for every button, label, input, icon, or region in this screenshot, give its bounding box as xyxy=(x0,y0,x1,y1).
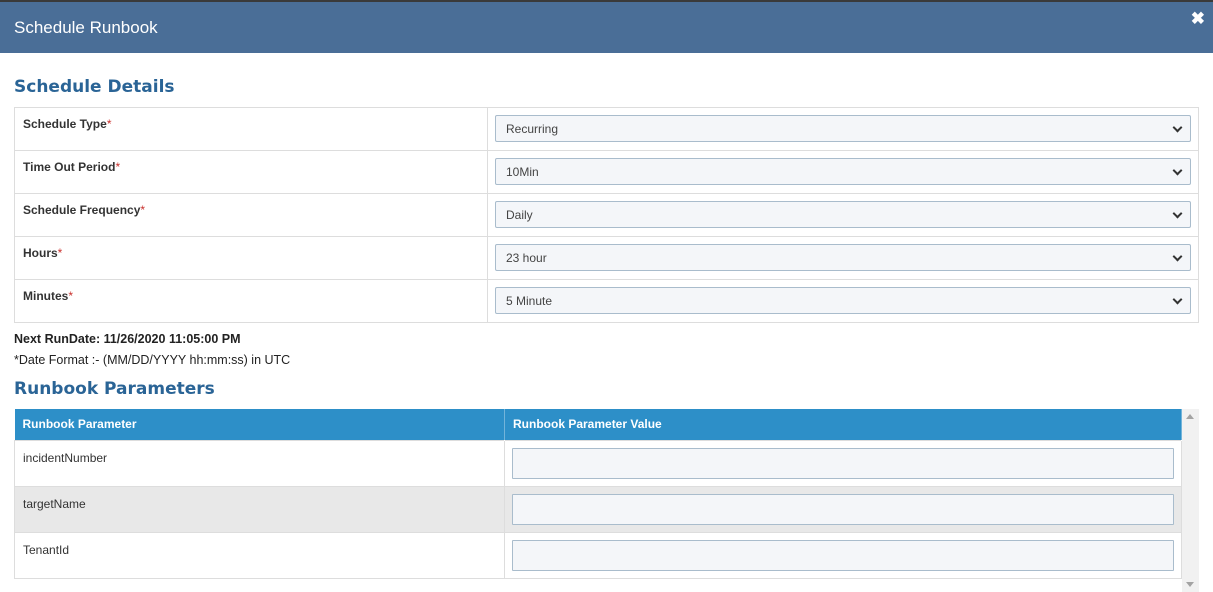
schedule-details-heading: Schedule Details xyxy=(14,77,175,97)
close-icon[interactable]: ✖ xyxy=(1191,10,1205,27)
chevron-down-icon xyxy=(1172,294,1183,305)
hours-value: 23 hour xyxy=(506,250,547,265)
runbook-parameters-heading: Runbook Parameters xyxy=(14,379,215,399)
minutes-label: Minutes xyxy=(23,289,69,303)
parameter-name: targetName xyxy=(14,485,505,533)
schedule-frequency-select[interactable]: Daily xyxy=(495,201,1191,228)
modal-title: Schedule Runbook xyxy=(14,17,158,37)
minutes-row: Minutes* 5 Minute xyxy=(14,279,1199,323)
hours-label: Hours xyxy=(23,246,58,260)
modal-header: Schedule Runbook xyxy=(0,2,1213,53)
schedule-frequency-row: Schedule Frequency* Daily xyxy=(14,193,1199,237)
required-marker: * xyxy=(57,246,63,260)
time-out-period-row: Time Out Period* 10Min xyxy=(14,150,1199,194)
schedule-details-table: Schedule Type* Recurring Time Out Period… xyxy=(14,107,1199,323)
required-marker: * xyxy=(115,160,121,174)
required-marker: * xyxy=(140,203,146,217)
vertical-scrollbar[interactable] xyxy=(1182,409,1199,592)
time-out-period-value: 10Min xyxy=(506,164,539,179)
date-format-note: *Date Format :- (MM/DD/YYYY hh:mm:ss) in… xyxy=(14,353,291,367)
chevron-down-icon xyxy=(1172,208,1183,219)
schedule-type-value: Recurring xyxy=(506,121,559,136)
target-name-input[interactable] xyxy=(512,493,1174,525)
schedule-type-select[interactable]: Recurring xyxy=(495,115,1191,142)
runbook-parameters-table: Runbook Parameter Runbook Parameter Valu… xyxy=(14,409,1182,579)
required-marker: * xyxy=(106,117,112,131)
schedule-type-label: Schedule Type xyxy=(23,117,107,131)
parameter-name: incidentNumber xyxy=(14,439,505,487)
column-header-parameter-value: Runbook Parameter Value xyxy=(504,409,1182,440)
next-run-date: Next RunDate: 11/26/2020 11:05:00 PM xyxy=(14,332,241,346)
chevron-down-icon xyxy=(1172,165,1183,176)
schedule-type-row: Schedule Type* Recurring xyxy=(14,107,1199,151)
column-header-parameter: Runbook Parameter xyxy=(14,409,505,440)
parameter-name: TenantId xyxy=(14,531,505,579)
schedule-runbook-modal: Schedule Runbook ✖ Schedule Details Sche… xyxy=(0,0,1213,592)
chevron-down-icon xyxy=(1172,122,1183,133)
runbook-parameters-panel: Runbook Parameter Runbook Parameter Valu… xyxy=(14,409,1199,592)
required-marker: * xyxy=(68,289,74,303)
tenant-id-input[interactable] xyxy=(512,539,1174,571)
schedule-frequency-value: Daily xyxy=(506,207,533,222)
hours-row: Hours* 23 hour xyxy=(14,236,1199,280)
chevron-down-icon xyxy=(1172,251,1183,262)
table-row: incidentNumber xyxy=(14,439,1182,487)
table-row: TenantId xyxy=(14,531,1182,579)
table-header-row: Runbook Parameter Runbook Parameter Valu… xyxy=(14,409,1182,440)
scroll-down-arrow-icon[interactable] xyxy=(1186,582,1194,587)
schedule-frequency-label: Schedule Frequency xyxy=(23,203,141,217)
time-out-period-select[interactable]: 10Min xyxy=(495,158,1191,185)
table-row: targetName xyxy=(14,485,1182,533)
time-out-period-label: Time Out Period xyxy=(23,160,116,174)
hours-select[interactable]: 23 hour xyxy=(495,244,1191,271)
incident-number-input[interactable] xyxy=(512,447,1174,479)
minutes-value: 5 Minute xyxy=(506,293,553,308)
scroll-up-arrow-icon[interactable] xyxy=(1186,414,1194,419)
minutes-select[interactable]: 5 Minute xyxy=(495,287,1191,314)
